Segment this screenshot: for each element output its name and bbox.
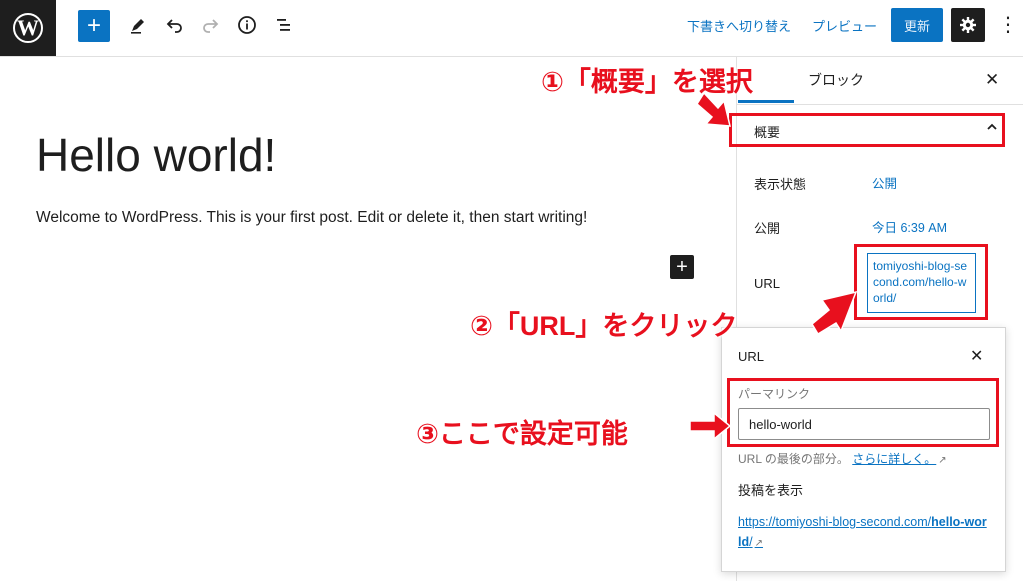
arrow-to-permalink <box>689 411 732 441</box>
arrow-to-url <box>811 290 858 336</box>
annotation-arrows <box>689 91 858 441</box>
arrow-to-summary <box>696 91 731 127</box>
